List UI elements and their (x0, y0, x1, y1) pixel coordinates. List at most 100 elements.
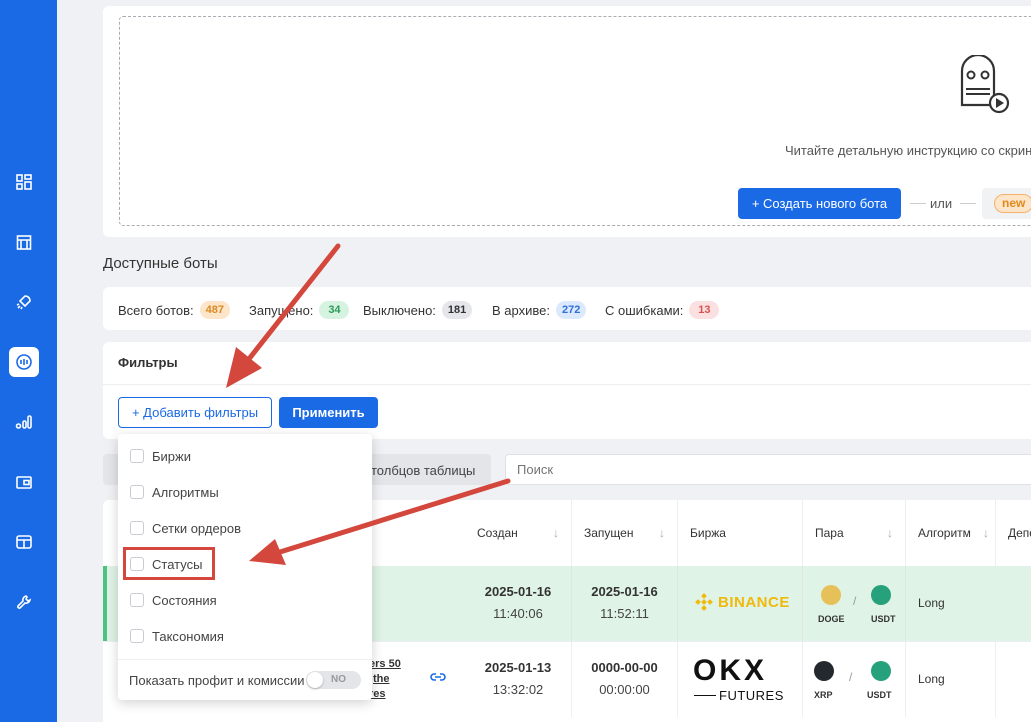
bot-name-partial[interactable]: ers 50 (369, 658, 401, 670)
sort-arrow-icon[interactable]: ↓ (983, 526, 989, 540)
created-cell: 2025-01-16 11:40:06 (465, 566, 572, 641)
stat-archived[interactable]: В архиве: 272 (492, 301, 587, 319)
add-filters-button[interactable]: + Добавить фильтры (118, 397, 272, 428)
pair-separator: / (853, 594, 857, 608)
wallet-icon[interactable] (9, 467, 39, 497)
toggle-state: NO (331, 674, 346, 685)
filter-option-label: Состояния (152, 592, 217, 608)
okx-logo: OKX (693, 654, 768, 687)
column-header-label: Запущен (584, 526, 634, 540)
started-cell: 2025-01-16 11:52:11 (572, 566, 678, 641)
template-icon[interactable] (9, 527, 39, 557)
base-coin: DOGE (818, 614, 845, 624)
checkbox[interactable] (130, 449, 144, 463)
filter-option-order-grids[interactable]: Сетки ордеров (130, 517, 241, 539)
toggle-knob (307, 672, 323, 688)
okx-futures: FUTURES (694, 688, 784, 703)
sort-arrow-icon[interactable]: ↓ (887, 526, 893, 540)
divider (103, 384, 1031, 385)
store-icon[interactable] (9, 227, 39, 257)
stat-label: Выключено: (363, 302, 436, 318)
create-bot-button[interactable]: + Создать нового бота (738, 188, 901, 219)
algorithm-cell: Long (906, 642, 996, 717)
column-header-created[interactable]: Создан ↓ (465, 500, 572, 566)
sort-arrow-icon[interactable]: ↓ (659, 526, 665, 540)
filter-option-taxonomy[interactable]: Таксономия (130, 625, 224, 647)
xrp-icon (814, 661, 834, 681)
stat-stopped[interactable]: Выключено: 181 (363, 301, 473, 319)
column-header-label: Алгоритм (918, 526, 971, 540)
started-date: 0000-00-00 (591, 660, 658, 675)
checkbox[interactable] (130, 629, 144, 643)
column-header-label: Депо (1008, 526, 1031, 540)
stat-running[interactable]: Запущено: 34 (249, 301, 350, 319)
binance-logo: BINANCE (695, 593, 790, 611)
created-date: 2025-01-13 (484, 660, 552, 675)
column-header-label: Пара (815, 526, 844, 540)
usdt-icon (871, 661, 891, 681)
table-columns-label: толбцов таблицы (371, 463, 476, 478)
bots-icon[interactable] (9, 347, 39, 377)
sort-arrow-icon[interactable]: ↓ (553, 526, 559, 540)
exchange-sub: FUTURES (719, 688, 784, 703)
filters-panel: Фильтры + Добавить фильтры Применить (103, 342, 1031, 439)
stat-label: Всего ботов: (118, 302, 194, 318)
started-date: 2025-01-16 (591, 584, 658, 599)
new-feature-button[interactable]: new Е (982, 188, 1031, 219)
algorithm-value: Long (918, 596, 945, 610)
instruction-text: Читайте детальную инструкцию со скриншо (785, 143, 1031, 158)
link-icon[interactable] (430, 671, 446, 683)
stat-badge: 13 (689, 301, 720, 319)
divider (118, 659, 372, 660)
wrench-icon[interactable] (9, 587, 39, 617)
filter-option-states[interactable]: Состояния (130, 589, 217, 611)
checkbox[interactable] (130, 593, 144, 607)
stat-badge: 34 (319, 301, 350, 319)
algorithm-value: Long (918, 672, 945, 686)
stat-badge: 487 (199, 301, 231, 319)
usdt-icon (871, 585, 891, 605)
pair-cell: DOGE / USDT (803, 566, 906, 641)
created-time: 11:40:06 (493, 606, 543, 621)
started-time: 00:00:00 (599, 682, 650, 697)
column-header-algorithm[interactable]: Алгоритм ↓ (906, 500, 996, 566)
stat-badge: 181 (441, 301, 473, 319)
divider (910, 203, 926, 204)
binance-icon (695, 593, 713, 611)
section-title: Доступные боты (103, 255, 218, 272)
or-text: или (930, 196, 953, 211)
dashboard-icon[interactable] (9, 167, 39, 197)
column-header-pair[interactable]: Пара ↓ (803, 500, 906, 566)
exchange-cell: BINANCE (678, 566, 803, 641)
checkbox[interactable] (130, 485, 144, 499)
apply-filters-button[interactable]: Применить (279, 397, 378, 428)
analytics-icon[interactable] (9, 407, 39, 437)
column-header-started[interactable]: Запущен ↓ (572, 500, 678, 566)
column-header-exchange[interactable]: Биржа (678, 500, 803, 566)
pair-cell: XRP / USDT (803, 642, 906, 717)
new-badge: new (994, 194, 1031, 213)
show-profit-label: Показать профит и комиссии (129, 673, 305, 688)
robot-play-icon (960, 55, 1010, 114)
filter-option-label: Биржи (152, 448, 191, 464)
filter-option-label: Таксономия (152, 628, 224, 644)
created-date: 2025-01-16 (484, 584, 552, 599)
created-cell: 2025-01-13 13:32:02 (465, 642, 572, 717)
checkbox[interactable] (130, 521, 144, 535)
show-profit-toggle[interactable]: NO (306, 671, 361, 689)
filter-option-algorithms[interactable]: Алгоритмы (130, 481, 219, 503)
column-header-deposit[interactable]: Депо (996, 500, 1031, 566)
stat-total[interactable]: Всего ботов: 487 (118, 301, 231, 319)
stat-errors[interactable]: С ошибками: 13 (605, 301, 720, 319)
stat-label: В архиве: (492, 302, 550, 318)
filter-option-label: Сетки ордеров (152, 520, 242, 536)
search-input[interactable] (505, 454, 1031, 485)
rocket-icon[interactable] (9, 287, 39, 317)
filters-title: Фильтры (118, 355, 178, 370)
algorithm-cell: Long (906, 566, 996, 641)
dropzone: Читайте детальную инструкцию со скриншо … (119, 16, 1031, 226)
filter-option-exchanges[interactable]: Биржи (130, 445, 191, 467)
bot-name-partial[interactable]: the (373, 673, 390, 685)
base-coin: XRP (814, 690, 833, 700)
exchange-cell: OKX FUTURES (678, 642, 803, 717)
